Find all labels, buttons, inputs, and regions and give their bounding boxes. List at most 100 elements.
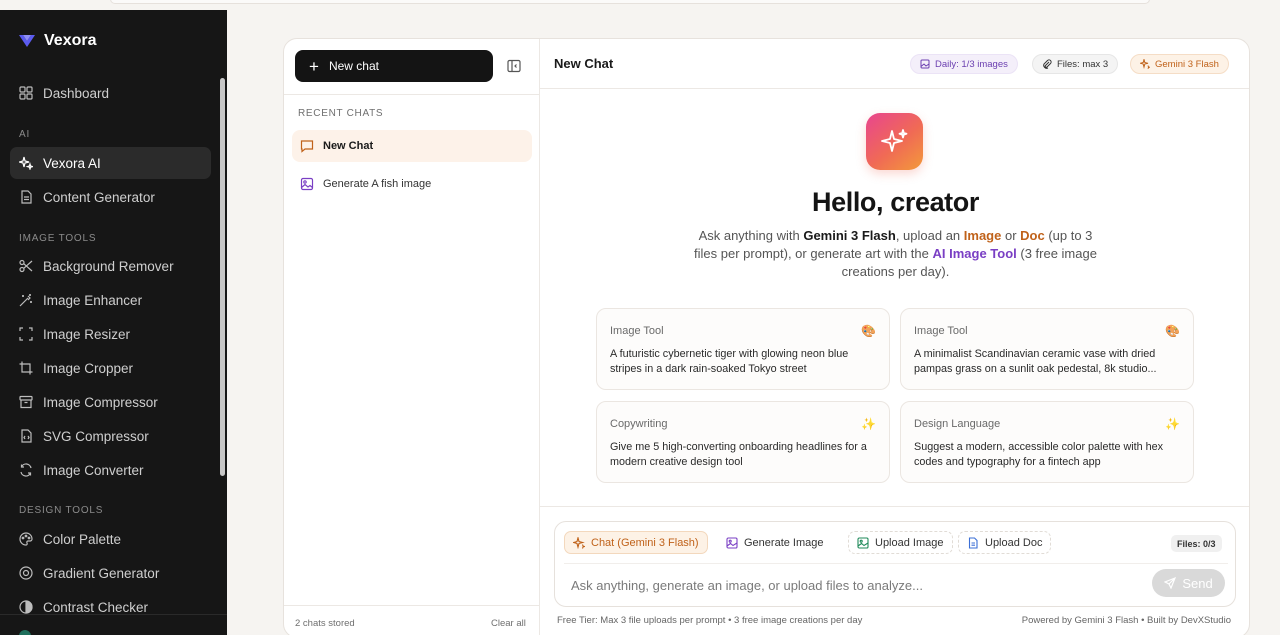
new-chat-button[interactable]: + New chat bbox=[295, 50, 493, 82]
divider bbox=[564, 563, 1228, 564]
hero-sparkles-icon bbox=[866, 113, 923, 170]
archive-icon bbox=[19, 395, 33, 409]
document-icon bbox=[21, 190, 32, 204]
sparkles-emoji-icon: ✨ bbox=[1165, 417, 1180, 431]
document-icon bbox=[968, 536, 978, 549]
hero-subtitle: Ask anything with Gemini 3 Flash, upload… bbox=[694, 228, 1097, 279]
suggestion-category: Image Tool bbox=[610, 325, 664, 337]
free-tier-note: Free Tier: Max 3 file uploads per prompt… bbox=[557, 615, 863, 626]
suggestion-card[interactable]: Design Language ✨ Suggest a modern, acce… bbox=[900, 401, 1194, 483]
chat-item-new-chat[interactable]: New Chat bbox=[292, 130, 532, 162]
clear-all-button[interactable]: Clear all bbox=[491, 618, 526, 629]
mode-chat-button[interactable]: Chat (Gemini 3 Flash) bbox=[564, 531, 708, 554]
sidebar-item-gradient-generator[interactable]: Gradient Generator bbox=[10, 557, 211, 589]
suggestion-text: Suggest a modern, accessible color palet… bbox=[914, 441, 1164, 468]
sidebar: Vexora Dashboard AI Vexora AI Content Ge… bbox=[0, 10, 227, 635]
refresh-icon bbox=[20, 463, 32, 477]
chat-item-label: Generate A fish image bbox=[323, 178, 432, 190]
plus-icon: + bbox=[309, 56, 319, 76]
files-count-badge: Files: 0/3 bbox=[1171, 535, 1222, 552]
sidebar-item-image-resizer[interactable]: Image Resizer bbox=[10, 318, 211, 350]
section-design-tools: DESIGN TOOLS bbox=[19, 505, 104, 516]
sidebar-item-svg-compressor[interactable]: SVG Compressor bbox=[10, 420, 211, 452]
suggestion-card[interactable]: Image Tool 🎨 A futuristic cybernetic tig… bbox=[596, 308, 890, 390]
sidebar-item-image-enhancer[interactable]: Image Enhancer bbox=[10, 284, 211, 316]
wand-icon bbox=[19, 294, 32, 307]
divider bbox=[284, 605, 540, 606]
upload-image-button[interactable]: Upload Image bbox=[848, 531, 953, 554]
powered-by-note: Powered by Gemini 3 Flash • Built by Dev… bbox=[1021, 615, 1231, 626]
new-chat-label: New chat bbox=[328, 59, 379, 73]
composer: Chat (Gemini 3 Flash) Generate Image Upl… bbox=[554, 521, 1236, 607]
sparkles-icon bbox=[573, 536, 585, 549]
send-icon bbox=[1164, 577, 1177, 589]
chat-main: New Chat Daily: 1/3 images Files: max 3 … bbox=[540, 39, 1249, 635]
suggestion-category: Image Tool bbox=[914, 325, 968, 337]
sparkles-icon bbox=[1140, 59, 1150, 69]
chat-item-fish-image[interactable]: Generate A fish image bbox=[292, 168, 532, 200]
sidebar-item-label: Color Palette bbox=[43, 531, 122, 547]
scissors-icon bbox=[19, 259, 33, 273]
model-badge: Gemini 3 Flash bbox=[1130, 54, 1229, 74]
suggestion-card[interactable]: Copywriting ✨ Give me 5 high-converting … bbox=[596, 401, 890, 483]
palette-icon bbox=[19, 532, 33, 546]
sidebar-item-label: Dashboard bbox=[43, 85, 110, 101]
chat-item-label: New Chat bbox=[323, 140, 374, 152]
suggestion-card[interactable]: Image Tool 🎨 A minimalist Scandinavian c… bbox=[900, 308, 1194, 390]
sidebar-item-label: Contrast Checker bbox=[43, 599, 149, 615]
user-avatar[interactable] bbox=[19, 630, 31, 635]
suggestion-text: A futuristic cybernetic tiger with glowi… bbox=[610, 348, 849, 375]
paperclip-icon bbox=[1043, 59, 1052, 69]
brand-name: Vexora bbox=[44, 32, 97, 49]
sidebar-item-label: Image Converter bbox=[43, 462, 144, 478]
sidebar-item-background-remover[interactable]: Background Remover bbox=[10, 250, 211, 282]
daily-images-badge: Daily: 1/3 images bbox=[910, 54, 1018, 74]
suggestion-text: Give me 5 high-converting onboarding hea… bbox=[610, 441, 867, 468]
brand[interactable]: Vexora bbox=[18, 32, 96, 50]
file-code-icon bbox=[21, 429, 32, 443]
image-upload-icon bbox=[857, 536, 869, 549]
sidebar-item-dashboard[interactable]: Dashboard bbox=[10, 77, 211, 109]
sidebar-scrollbar[interactable] bbox=[220, 78, 225, 476]
browser-top-strip bbox=[0, 0, 1280, 10]
sidebar-item-vexora-ai[interactable]: Vexora AI bbox=[10, 147, 211, 179]
chat-list-panel: + New chat RECENT CHATS New Chat Generat… bbox=[284, 39, 540, 635]
sidebar-item-image-converter[interactable]: Image Converter bbox=[10, 454, 211, 486]
sidebar-item-label: Content Generator bbox=[43, 189, 155, 205]
divider bbox=[540, 506, 1249, 507]
divider bbox=[284, 94, 540, 95]
send-button[interactable]: Send bbox=[1152, 569, 1225, 597]
suggestion-category: Copywriting bbox=[610, 418, 668, 430]
sparkles-icon bbox=[19, 156, 33, 170]
sidebar-item-image-cropper[interactable]: Image Cropper bbox=[10, 352, 211, 384]
chat-card: + New chat RECENT CHATS New Chat Generat… bbox=[283, 38, 1250, 635]
sidebar-item-label: Vexora AI bbox=[43, 155, 101, 171]
sidebar-item-color-palette[interactable]: Color Palette bbox=[10, 523, 211, 555]
vexora-logo-icon bbox=[19, 35, 35, 47]
chats-stored-count: 2 chats stored bbox=[295, 618, 355, 629]
sparkles-emoji-icon: ✨ bbox=[861, 417, 876, 431]
sidebar-item-label: Gradient Generator bbox=[43, 565, 160, 581]
image-icon bbox=[726, 536, 738, 549]
upload-doc-button[interactable]: Upload Doc bbox=[958, 531, 1052, 554]
recent-chats-label: RECENT CHATS bbox=[298, 108, 384, 119]
chat-icon bbox=[300, 140, 314, 153]
contrast-icon bbox=[19, 600, 33, 614]
message-input[interactable] bbox=[571, 575, 1131, 595]
sidebar-item-content-generator[interactable]: Content Generator bbox=[10, 181, 211, 213]
crop-icon bbox=[19, 361, 33, 375]
sidebar-item-label: Image Cropper bbox=[43, 360, 134, 376]
suggestion-category: Design Language bbox=[914, 418, 1001, 430]
sidebar-collapse-icon[interactable] bbox=[506, 58, 522, 74]
section-image-tools: IMAGE TOOLS bbox=[19, 233, 97, 244]
sidebar-item-contrast-checker[interactable]: Contrast Checker bbox=[10, 591, 211, 623]
palette-emoji-icon: 🎨 bbox=[1165, 324, 1180, 338]
sidebar-item-image-compressor[interactable]: Image Compressor bbox=[10, 386, 211, 418]
sidebar-divider bbox=[0, 614, 227, 615]
mode-generate-image-button[interactable]: Generate Image bbox=[718, 531, 832, 554]
resize-icon bbox=[19, 327, 33, 341]
palette-emoji-icon: 🎨 bbox=[861, 324, 876, 338]
hero-title: Hello, creator bbox=[812, 187, 979, 217]
chat-header: New Chat Daily: 1/3 images Files: max 3 … bbox=[540, 39, 1249, 89]
address-bar[interactable] bbox=[110, 0, 1150, 4]
